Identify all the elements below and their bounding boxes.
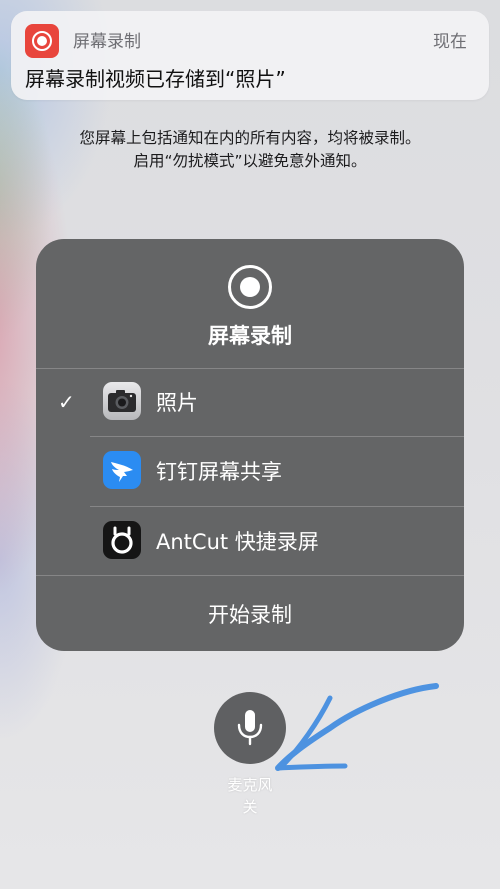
annotation-arrow: [275, 683, 439, 771]
